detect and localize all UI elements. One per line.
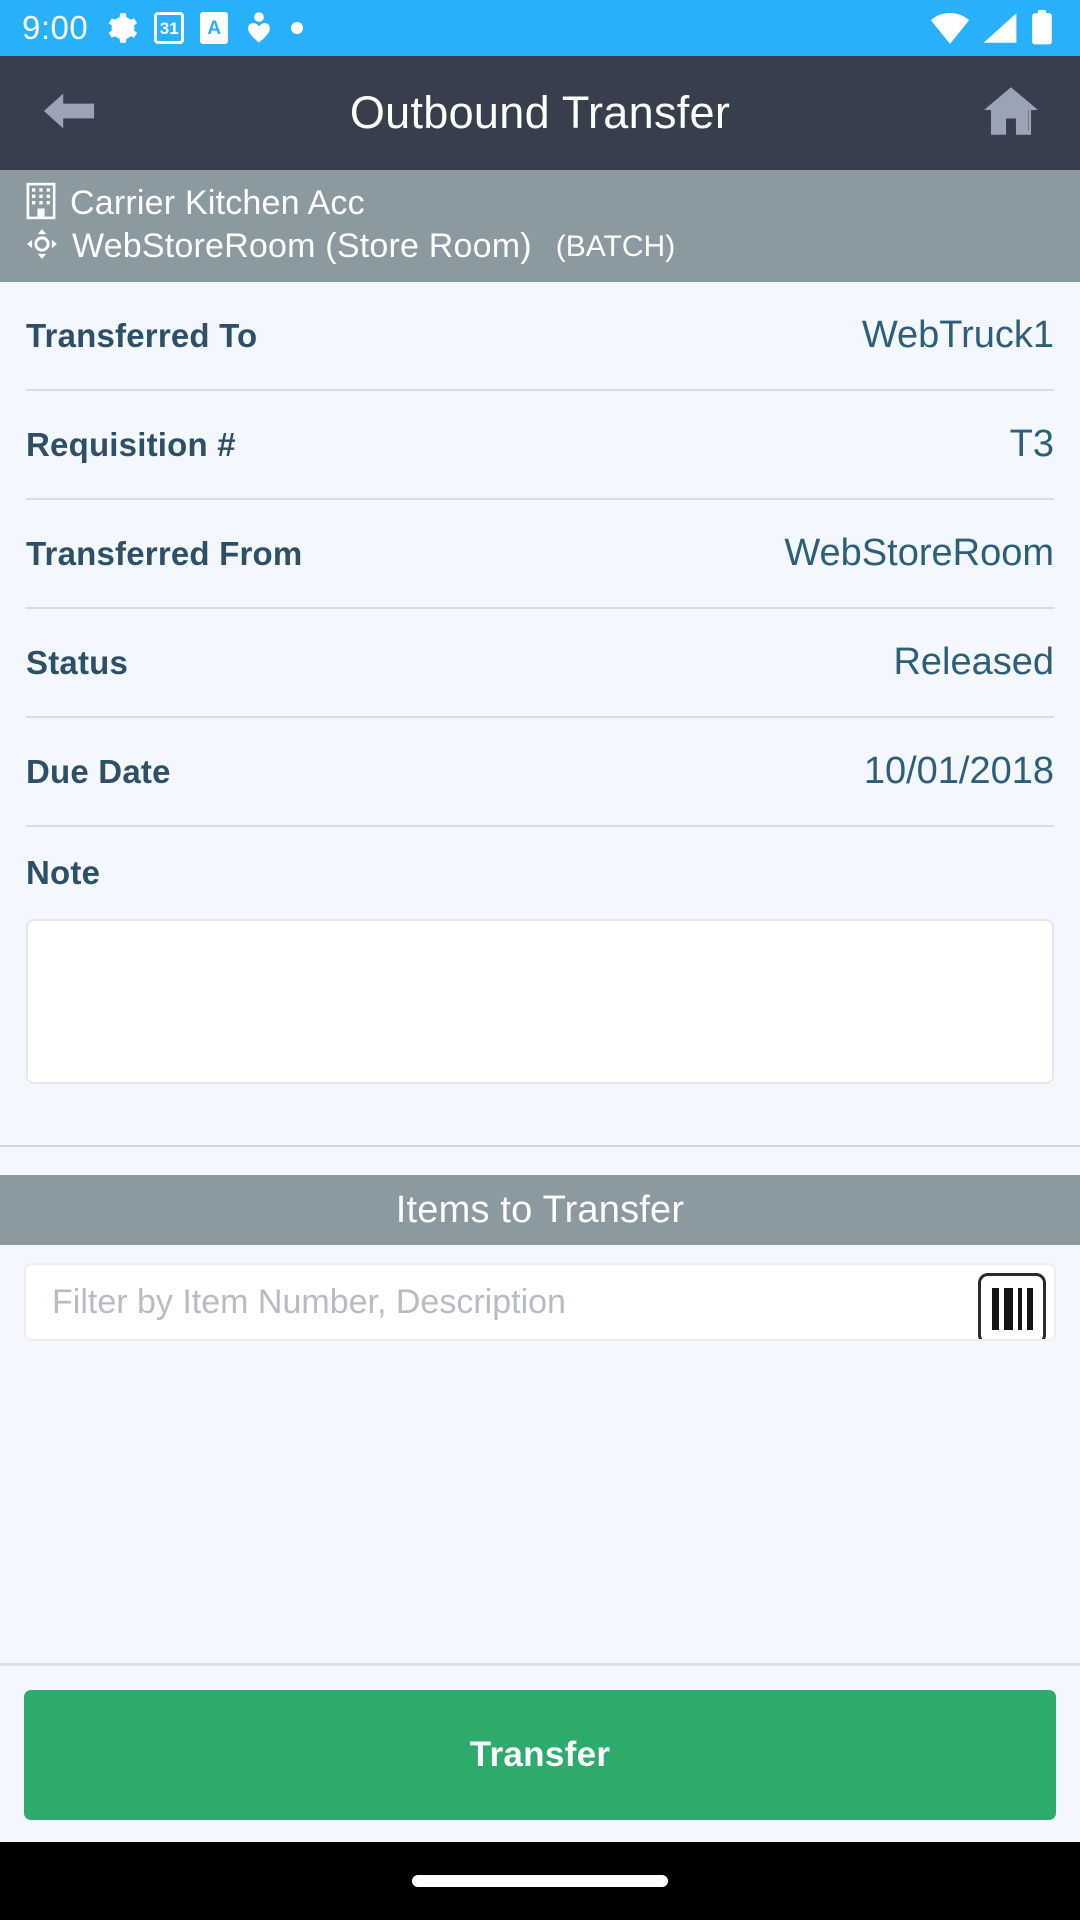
home-button[interactable] [976,78,1046,148]
items-filter-input[interactable] [52,1282,978,1322]
location-name: WebStoreRoom (Store Room) [72,227,532,265]
back-arrow-icon [42,87,96,140]
field-due-date[interactable]: Due Date 10/01/2018 [26,718,1054,827]
status-bar-clock: 9:00 [22,9,89,46]
status-bar: 9:00 31 A [0,0,1080,56]
field-value: WebStoreRoom [784,532,1054,574]
barcode-bar [1017,1288,1022,1330]
field-value: WebTruck1 [861,314,1054,356]
field-transferred-from[interactable]: Transferred From WebStoreRoom [26,500,1054,609]
cellular-signal-icon [982,11,1018,45]
barcode-bar [1003,1288,1013,1330]
company-row: Carrier Kitchen Acc [26,182,1054,225]
field-label: Due Date [26,752,171,790]
company-name: Carrier Kitchen Acc [70,184,365,222]
items-filter-row[interactable] [24,1263,1056,1341]
items-section-title: Items to Transfer [395,1188,685,1231]
field-label: Status [26,643,129,681]
building-icon [26,182,56,225]
field-label: Requisition # [26,425,236,463]
home-icon [983,85,1039,142]
field-status[interactable]: Status Released [26,609,1054,718]
field-label: Transferred From [26,534,303,572]
battery-icon [1030,10,1054,46]
items-filter-wrap [0,1245,1080,1341]
person-heart-icon [244,11,274,45]
dot-icon [290,21,304,35]
field-value: T3 [1009,423,1054,465]
system-nav-bar [0,1842,1080,1920]
a-badge-letter: A [207,17,222,39]
field-label: Transferred To [26,316,258,354]
transfer-button[interactable]: Transfer [24,1690,1056,1820]
barcode-bar [1026,1288,1033,1330]
note-label-row: Note [26,827,1054,919]
items-section-header: Items to Transfer [0,1175,1080,1245]
wifi-icon [930,11,970,45]
status-bar-left: 9:00 31 A [22,9,304,47]
field-value: Released [893,641,1054,683]
back-button[interactable] [34,78,104,148]
app-screen: 9:00 31 A Outbound Transfer Carrier Kitc… [0,0,1080,1920]
gear-icon [104,11,138,45]
field-value: 10/01/2018 [863,750,1054,792]
barcode-scan-icon[interactable] [978,1273,1046,1339]
page-title: Outbound Transfer [349,87,731,138]
field-requisition-number[interactable]: Requisition # T3 [26,391,1054,500]
calendar-31-icon: 31 [154,12,185,44]
field-transferred-to[interactable]: Transferred To WebTruck1 [26,282,1054,391]
status-bar-right [930,10,1054,46]
home-indicator[interactable] [412,1875,668,1887]
items-list [0,1341,1080,1663]
note-input[interactable] [26,919,1054,1084]
action-bar: Transfer [0,1666,1080,1842]
move-crosshair-icon [26,228,58,265]
batch-mode-label: (BATCH) [555,229,676,263]
barcode-bar [991,1288,999,1330]
note-label: Note [26,854,101,891]
a-badge-icon: A [200,12,229,44]
location-bar: Carrier Kitchen Acc WebStoreRoom (Store … [0,170,1080,282]
location-row: WebStoreRoom (Store Room) (BATCH) [26,227,1054,266]
app-bar: Outbound Transfer [0,56,1080,170]
calendar-day-label: 31 [159,18,179,38]
transfer-form: Transferred To WebTruck1 Requisition # T… [0,282,1080,1147]
